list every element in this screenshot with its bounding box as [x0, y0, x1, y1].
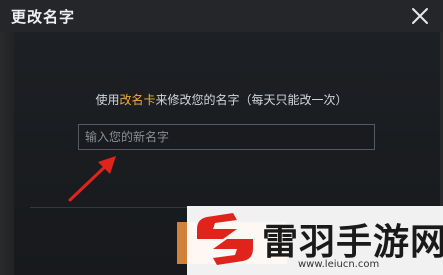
watermark-text: 雷羽手游网: [262, 222, 443, 263]
rename-card-item: 改名卡: [119, 93, 156, 107]
dialog-title: 更改名字: [11, 8, 76, 26]
red-arrow-annotation: [68, 156, 116, 202]
instruction-prefix: 使用: [95, 93, 120, 107]
new-name-input[interactable]: [78, 124, 375, 150]
close-icon[interactable]: [408, 4, 432, 28]
rename-instruction: 使用改名卡来修改您的名字（每天只能改一次）: [0, 91, 443, 108]
instruction-suffix: 来修改您的名字（每天只能改一次）: [155, 93, 348, 107]
dialog-title-bar: 更改名字: [0, 0, 443, 32]
watermark-logo-icon: [197, 213, 253, 265]
watermark-url: www.leiucn.com: [298, 259, 380, 270]
